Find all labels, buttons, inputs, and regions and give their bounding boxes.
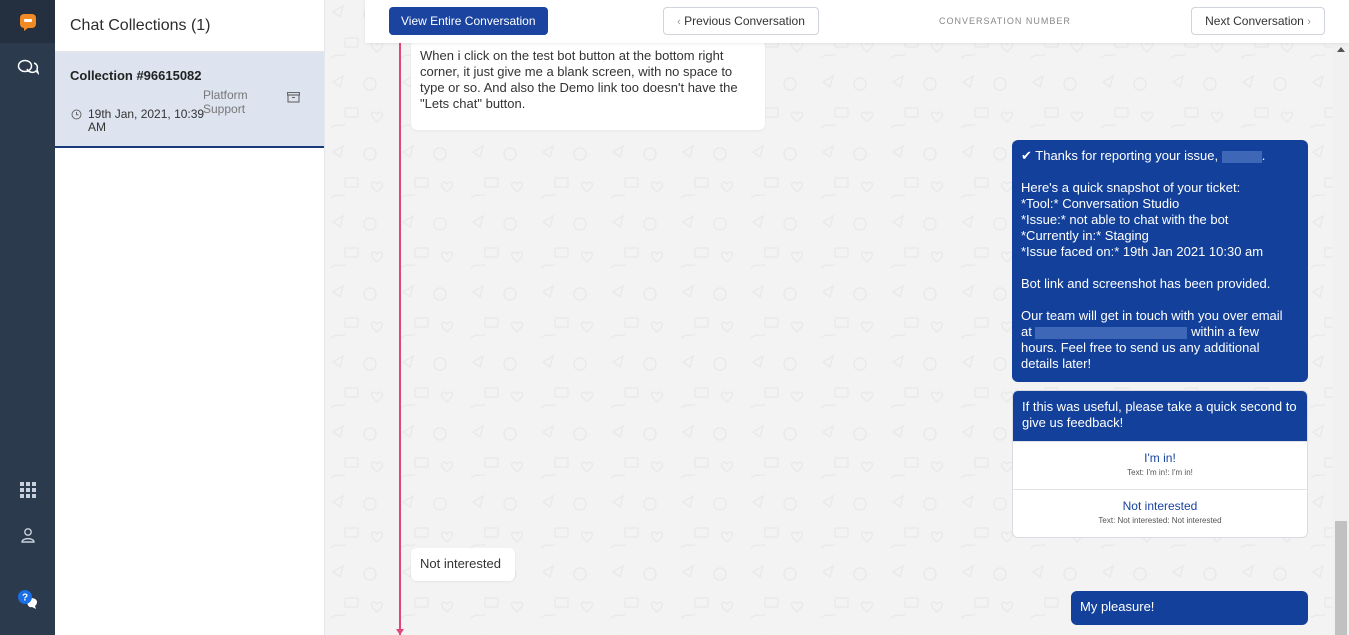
chevron-left-icon: ‹ [677,16,681,28]
collections-panel: Chat Collections (1) Collection #9661508… [55,0,325,635]
feedback-option-title: Not interested [1122,499,1198,513]
collection-tag: Platform Support [203,88,248,116]
redacted-email [1035,326,1188,339]
bot-line: Bot link and screenshot has been provide… [1021,276,1271,291]
bot-line: Our team will get in touch with you over… [1021,308,1283,323]
bot-line: *Tool:* Conversation Studio [1021,196,1180,211]
user-message: Not interested [411,548,515,581]
collection-title: Collection #96615082 [70,68,202,83]
svg-text:?: ? [21,593,27,604]
left-rail: ? [0,0,55,635]
chevron-right-icon: › [1307,16,1311,28]
collection-item[interactable]: Collection #96615082 19th Jan, 2021, 10:… [55,52,324,148]
next-conversation-label: Next Conversation [1205,14,1304,28]
conversation-toolbar: View Entire Conversation ‹ Previous Conv… [365,0,1349,43]
feedback-option-im-in[interactable]: I'm in! Text: I'm in!: I'm in! [1013,441,1307,489]
archive-box-icon[interactable] [286,90,301,108]
bot-line: Here's a quick snapshot of your ticket: [1021,180,1241,195]
user-message: When i click on the test bot button at t… [411,40,765,130]
bot-line: details later! [1021,356,1092,371]
apps-grid-icon[interactable] [0,475,55,505]
bot-message-final: My pleasure! [1071,591,1308,625]
feedback-prompt: If this was useful, please take a quick … [1013,391,1307,441]
timeline-arrow-icon [396,629,404,635]
view-entire-conversation-button[interactable]: View Entire Conversation [389,7,548,35]
collection-time-text: 19th Jan, 2021, 10:39 AM [88,107,205,134]
conversation-number-label: CONVERSATION NUMBER [939,16,1071,26]
user-icon[interactable] [0,520,55,550]
previous-conversation-label: Previous Conversation [684,14,805,28]
feedback-card: If this was useful, please take a quick … [1012,390,1308,538]
conversation-timeline [399,43,401,635]
chat-scrollbar[interactable] [1333,43,1349,635]
clock-icon [71,109,82,123]
help-icon[interactable]: ? [0,585,55,615]
previous-conversation-button[interactable]: ‹ Previous Conversation [663,7,819,35]
bot-line: ✔ Thanks for reporting your issue, . [1021,148,1266,163]
app-logo-icon[interactable] [0,0,55,43]
redacted-name [1221,150,1262,163]
feedback-option-subtext: Text: I'm in!: I'm in! [1127,468,1193,477]
bot-message-ticket-snapshot: ✔ Thanks for reporting your issue, . Her… [1012,140,1308,382]
bot-line: hours. Feel free to send us any addition… [1021,340,1260,355]
feedback-option-title: I'm in! [1144,451,1176,465]
chat-bubbles-icon[interactable] [0,53,55,83]
next-conversation-button[interactable]: Next Conversation › [1191,7,1325,35]
scroll-up-arrow-icon[interactable] [1337,47,1345,52]
chat-area: View Entire Conversation ‹ Previous Conv… [325,0,1349,635]
bot-line: at within a few [1021,324,1260,339]
panel-title: Chat Collections (1) [55,0,324,52]
bot-line: *Currently in:* Staging [1021,228,1149,243]
feedback-option-not-interested[interactable]: Not interested Text: Not interested: Not… [1013,489,1307,537]
collection-time: 19th Jan, 2021, 10:39 AM [70,108,205,134]
feedback-option-subtext: Text: Not interested: Not interested [1098,516,1222,525]
bot-line: *Issue faced on:* 19th Jan 2021 10:30 am [1021,244,1264,259]
bot-line: *Issue:* not able to chat with the bot [1021,212,1229,227]
scrollbar-thumb[interactable] [1335,521,1347,635]
